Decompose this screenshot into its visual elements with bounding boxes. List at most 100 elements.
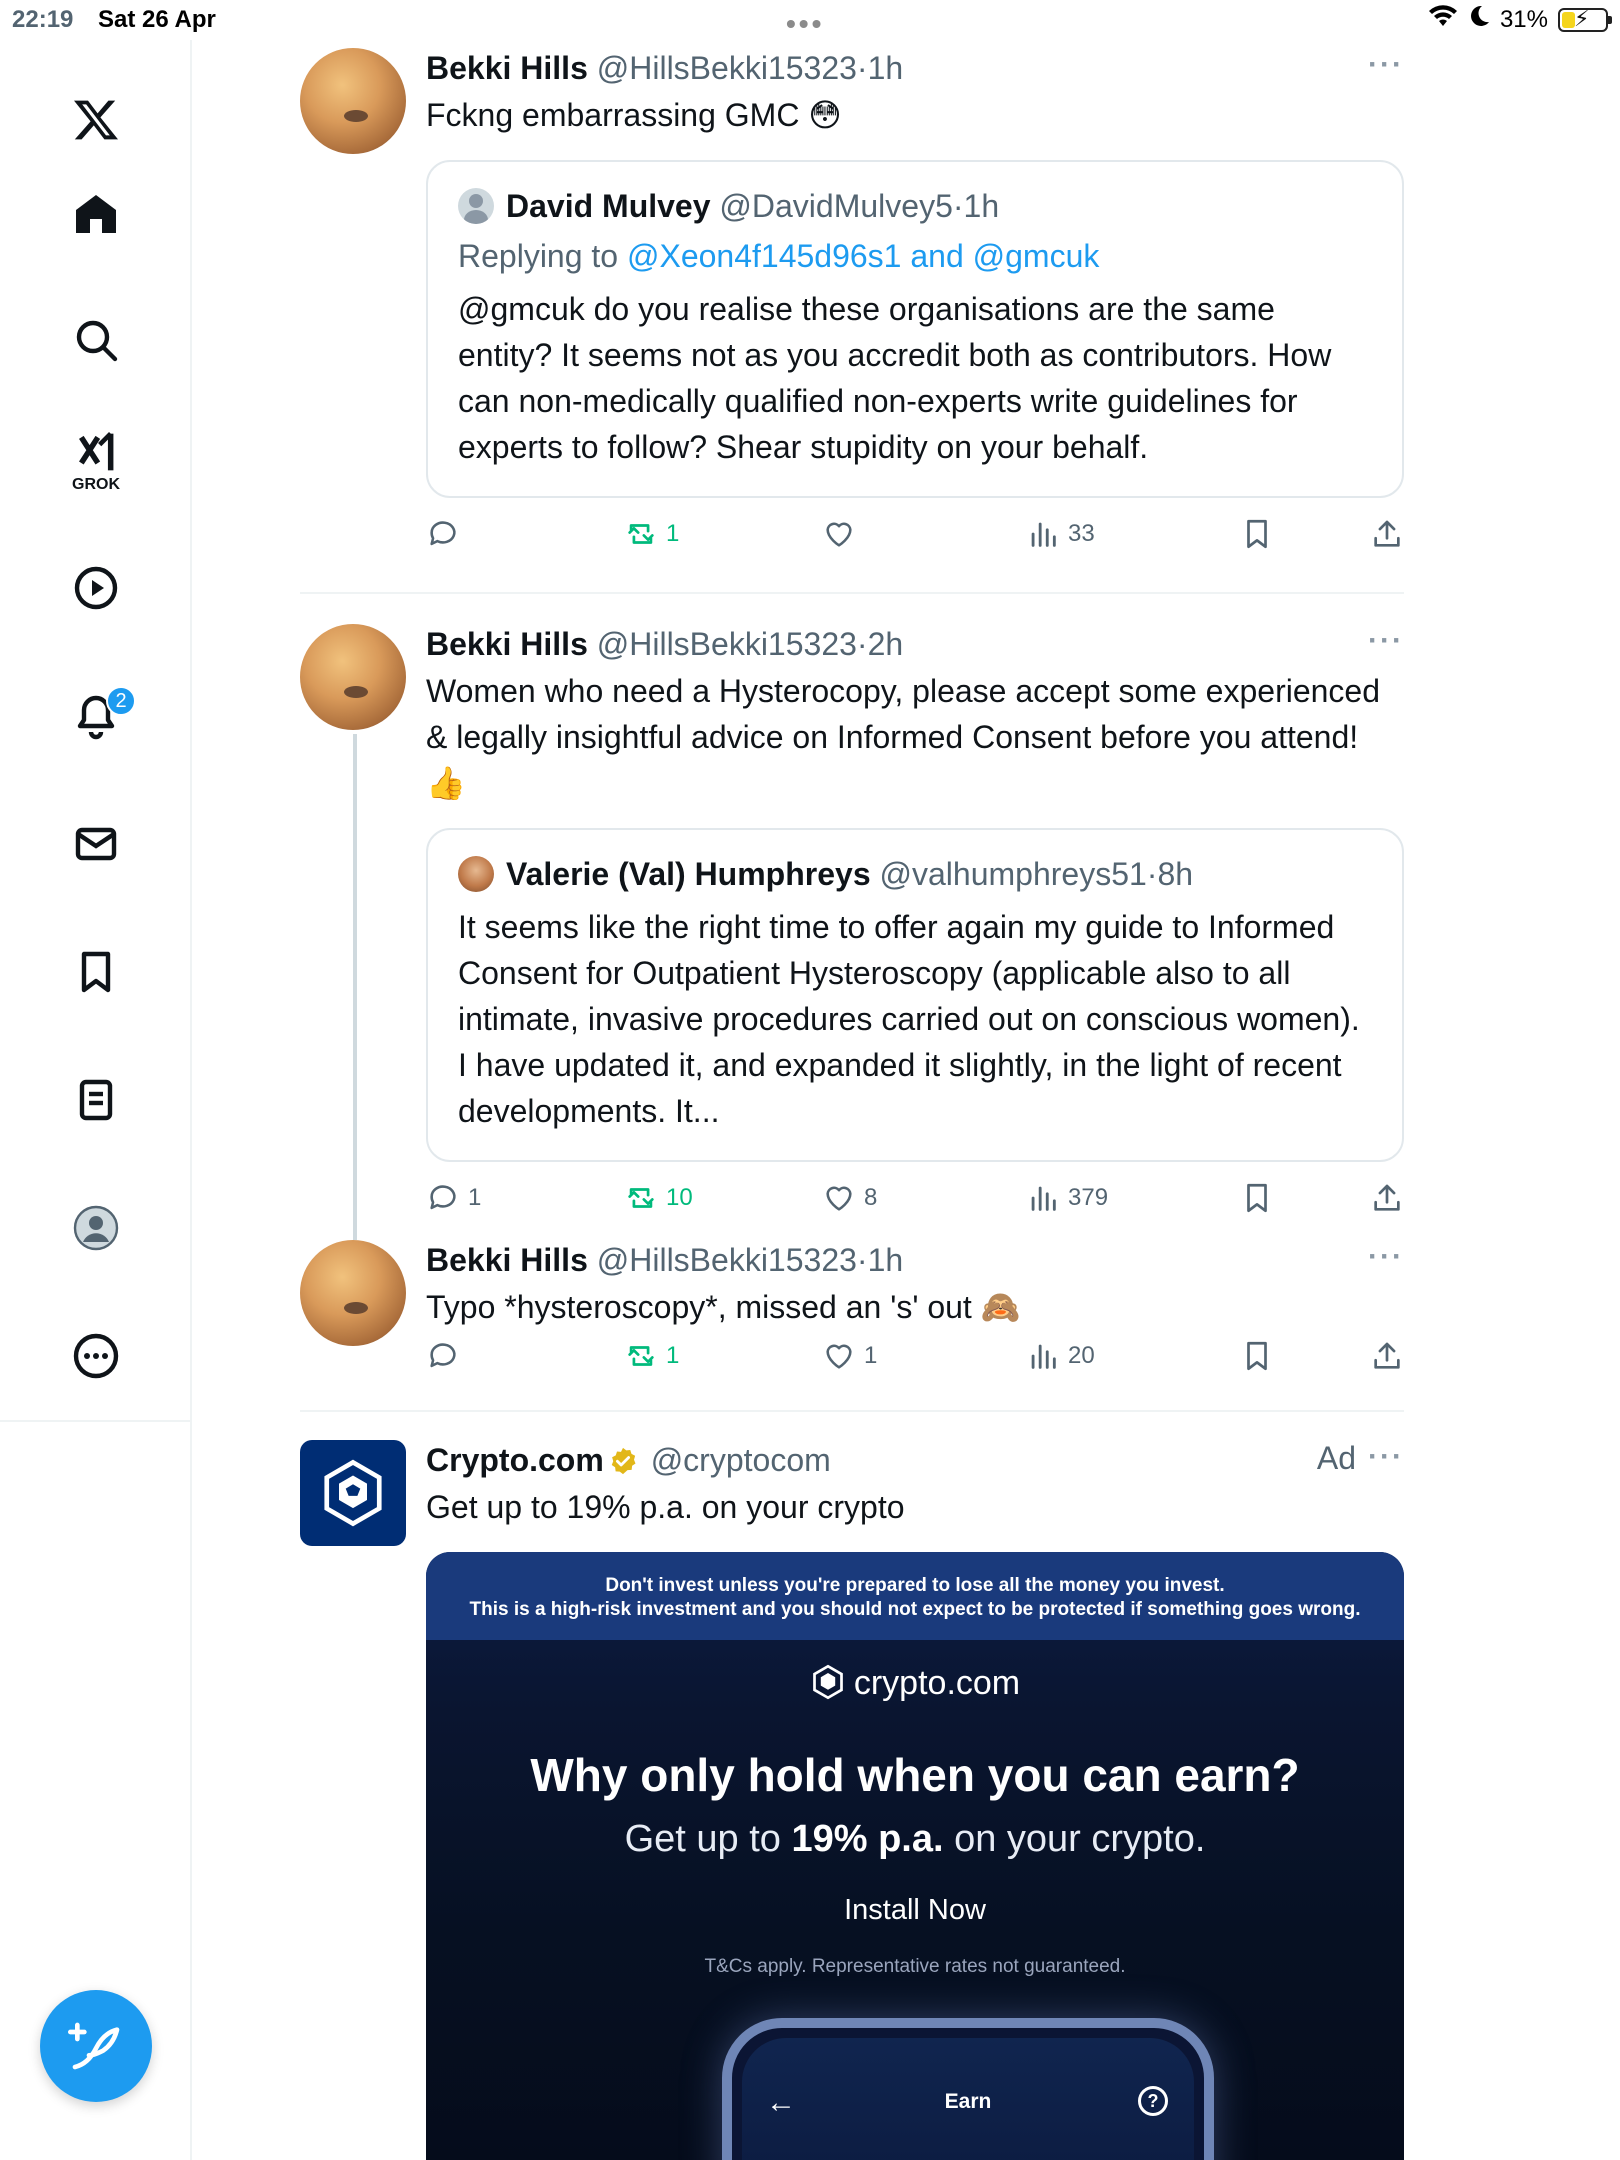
tweet-content: Bekki Hills @HillsBekki15323·1h ··· Fckn… — [426, 48, 1404, 556]
tweet-content: Bekki Hills @HillsBekki15323·2h ··· Wome… — [426, 624, 1404, 1220]
risk-warning-line-1: Don't invest unless you're prepared to l… — [605, 1575, 1225, 1596]
repost-button[interactable]: 10 — [624, 1176, 693, 1220]
ad-sub-prefix: Get up to — [624, 1818, 792, 1860]
lists-icon[interactable] — [66, 1070, 126, 1130]
sidebar-divider — [0, 1420, 192, 1422]
share-button[interactable] — [1370, 512, 1404, 556]
reply-count: 1 — [468, 1184, 482, 1211]
share-icon — [1374, 1342, 1400, 1369]
more-options-icon[interactable]: ··· — [1368, 48, 1404, 82]
phone-screen-title: Earn — [944, 2090, 992, 2113]
author-handle[interactable]: @HillsBekki15323 — [597, 1242, 857, 1278]
avatar[interactable] — [300, 624, 406, 730]
notifications-bell-icon[interactable]: 2 — [66, 686, 136, 746]
replying-to-link[interactable]: @Xeon4f145d96s1 and @gmcuk — [627, 238, 1099, 274]
reply-button[interactable] — [426, 1334, 468, 1378]
replying-to: Replying to @Xeon4f145d96s1 and @gmcuk — [458, 236, 1372, 276]
repost-icon — [628, 1188, 654, 1208]
quote-author-name: Valerie (Val) Humphreys — [506, 856, 871, 892]
author-handle[interactable]: @HillsBekki15323 — [597, 50, 857, 86]
ad-media-card[interactable]: Don't invest unless you're prepared to l… — [426, 1552, 1404, 2160]
share-button[interactable] — [1370, 1334, 1404, 1378]
messages-envelope-icon[interactable] — [66, 814, 126, 874]
home-icon[interactable] — [66, 184, 126, 244]
x-logo-icon[interactable] — [66, 90, 126, 150]
more-options-icon[interactable]: ··· — [1368, 1240, 1404, 1274]
repost-count: 1 — [666, 1342, 680, 1369]
like-button[interactable]: 8 — [822, 1176, 877, 1220]
advertiser-handle[interactable]: @cryptocom — [651, 1442, 831, 1478]
reply-button[interactable] — [426, 512, 468, 556]
video-play-icon[interactable] — [66, 558, 126, 618]
views-button[interactable]: 20 — [1026, 1334, 1095, 1378]
tweet-text: Typo *hysteroscopy*, missed an 's' out 🙈 — [426, 1289, 1021, 1325]
repost-button[interactable]: 1 — [624, 512, 679, 556]
tweet-time[interactable]: 1h — [868, 1242, 904, 1278]
views-button[interactable]: 33 — [1026, 512, 1095, 556]
install-now-button[interactable]: Install Now — [426, 1894, 1404, 1927]
replying-prefix: Replying to — [458, 238, 627, 274]
ad-terms: T&Cs apply. Representative rates not gua… — [704, 1956, 1126, 1977]
help-icon: ? — [1138, 2086, 1168, 2116]
bookmark-button[interactable] — [1240, 512, 1274, 556]
tweet[interactable]: Bekki Hills @HillsBekki15323·2h ··· Wome… — [300, 624, 1404, 1213]
views-chart-icon — [1031, 1186, 1056, 1211]
bookmark-button[interactable] — [1240, 1334, 1274, 1378]
grok-icon[interactable]: GROK — [66, 430, 126, 530]
tweet-time[interactable]: 2h — [868, 626, 904, 662]
advertiser-name[interactable]: Crypto.com — [426, 1442, 604, 1478]
separator-dot: · — [856, 1242, 868, 1278]
profile-avatar-icon[interactable] — [66, 1198, 126, 1258]
ad-risk-warning: Don't invest unless you're prepared to l… — [426, 1552, 1404, 1640]
advertiser-avatar[interactable] — [300, 1440, 406, 1546]
quote-header: David Mulvey @DavidMulvey5 · 1h — [458, 186, 1372, 226]
author-handle[interactable]: @HillsBekki15323 — [597, 626, 857, 662]
timeline-feed: Bekki Hills @HillsBekki15323·1h ··· Fckn… — [192, 0, 1620, 2160]
repost-button[interactable]: 1 — [624, 1334, 679, 1378]
phone-screen: ← Earn ? — [742, 2038, 1194, 2160]
more-options-icon[interactable]: ··· — [1368, 624, 1404, 658]
like-button[interactable]: 1 — [822, 1334, 877, 1378]
author-name[interactable]: Bekki Hills — [426, 1242, 588, 1278]
ad-headline: Why only hold when you can earn? — [530, 1749, 1300, 1801]
tweet-content: Crypto.com @cryptocom Ad ··· Get up to 1… — [426, 1440, 1404, 1530]
sidebar-nav: GROK 2 — [0, 40, 192, 2160]
ad-sub-bold: 19% p.a. — [791, 1818, 944, 1860]
like-button[interactable] — [822, 512, 864, 556]
avatar[interactable] — [300, 1240, 406, 1346]
tweet-divider — [300, 1410, 1404, 1412]
bookmarks-icon[interactable] — [66, 942, 126, 1002]
avatar[interactable] — [300, 48, 406, 154]
more-options-icon[interactable] — [66, 1326, 126, 1386]
tweet[interactable]: Bekki Hills @HillsBekki15323·1h ··· Fckn… — [300, 48, 1404, 568]
quote-avatar — [458, 188, 494, 224]
reply-icon — [430, 1185, 456, 1210]
share-icon — [1374, 1184, 1400, 1211]
repost-icon — [628, 524, 654, 544]
promoted-tweet[interactable]: Crypto.com @cryptocom Ad ··· Get up to 1… — [300, 1440, 1404, 2160]
views-button[interactable]: 379 — [1026, 1176, 1108, 1220]
more-options-icon[interactable]: ··· — [1368, 1440, 1404, 1474]
views-count: 379 — [1068, 1184, 1109, 1211]
quoted-tweet[interactable]: Valerie (Val) Humphreys @valhumphreys51 ·… — [426, 828, 1404, 1162]
quoted-tweet[interactable]: David Mulvey @DavidMulvey5 · 1h Replying t… — [426, 160, 1404, 498]
author-name[interactable]: Bekki Hills — [426, 626, 588, 662]
tweet-time[interactable]: 1h — [868, 50, 904, 86]
reply-button[interactable]: 1 — [426, 1176, 481, 1220]
share-button[interactable] — [1370, 1176, 1404, 1220]
heart-icon — [826, 522, 852, 547]
ad-text: Get up to 19% p.a. on your crypto — [426, 1489, 905, 1525]
ad-subheadline: Get up to 19% p.a. on your crypto. — [426, 1818, 1404, 1861]
like-count: 1 — [864, 1342, 878, 1369]
bookmark-button[interactable] — [1240, 1176, 1274, 1220]
author-name[interactable]: Bekki Hills — [426, 50, 588, 86]
compose-post-button[interactable] — [40, 1990, 152, 2102]
search-icon[interactable] — [66, 310, 126, 370]
bookmark-icon — [1247, 1183, 1267, 1213]
separator-dot: · — [1146, 856, 1158, 892]
quote-avatar — [458, 856, 494, 892]
tweet[interactable]: Bekki Hills @HillsBekki15323·1h ··· Typo… — [300, 1240, 1404, 1390]
crypto-com-logo-icon — [324, 1459, 382, 1527]
tweet-actions: 1 1 20 — [426, 1334, 1404, 1378]
quote-author-name: David Mulvey — [506, 188, 711, 224]
